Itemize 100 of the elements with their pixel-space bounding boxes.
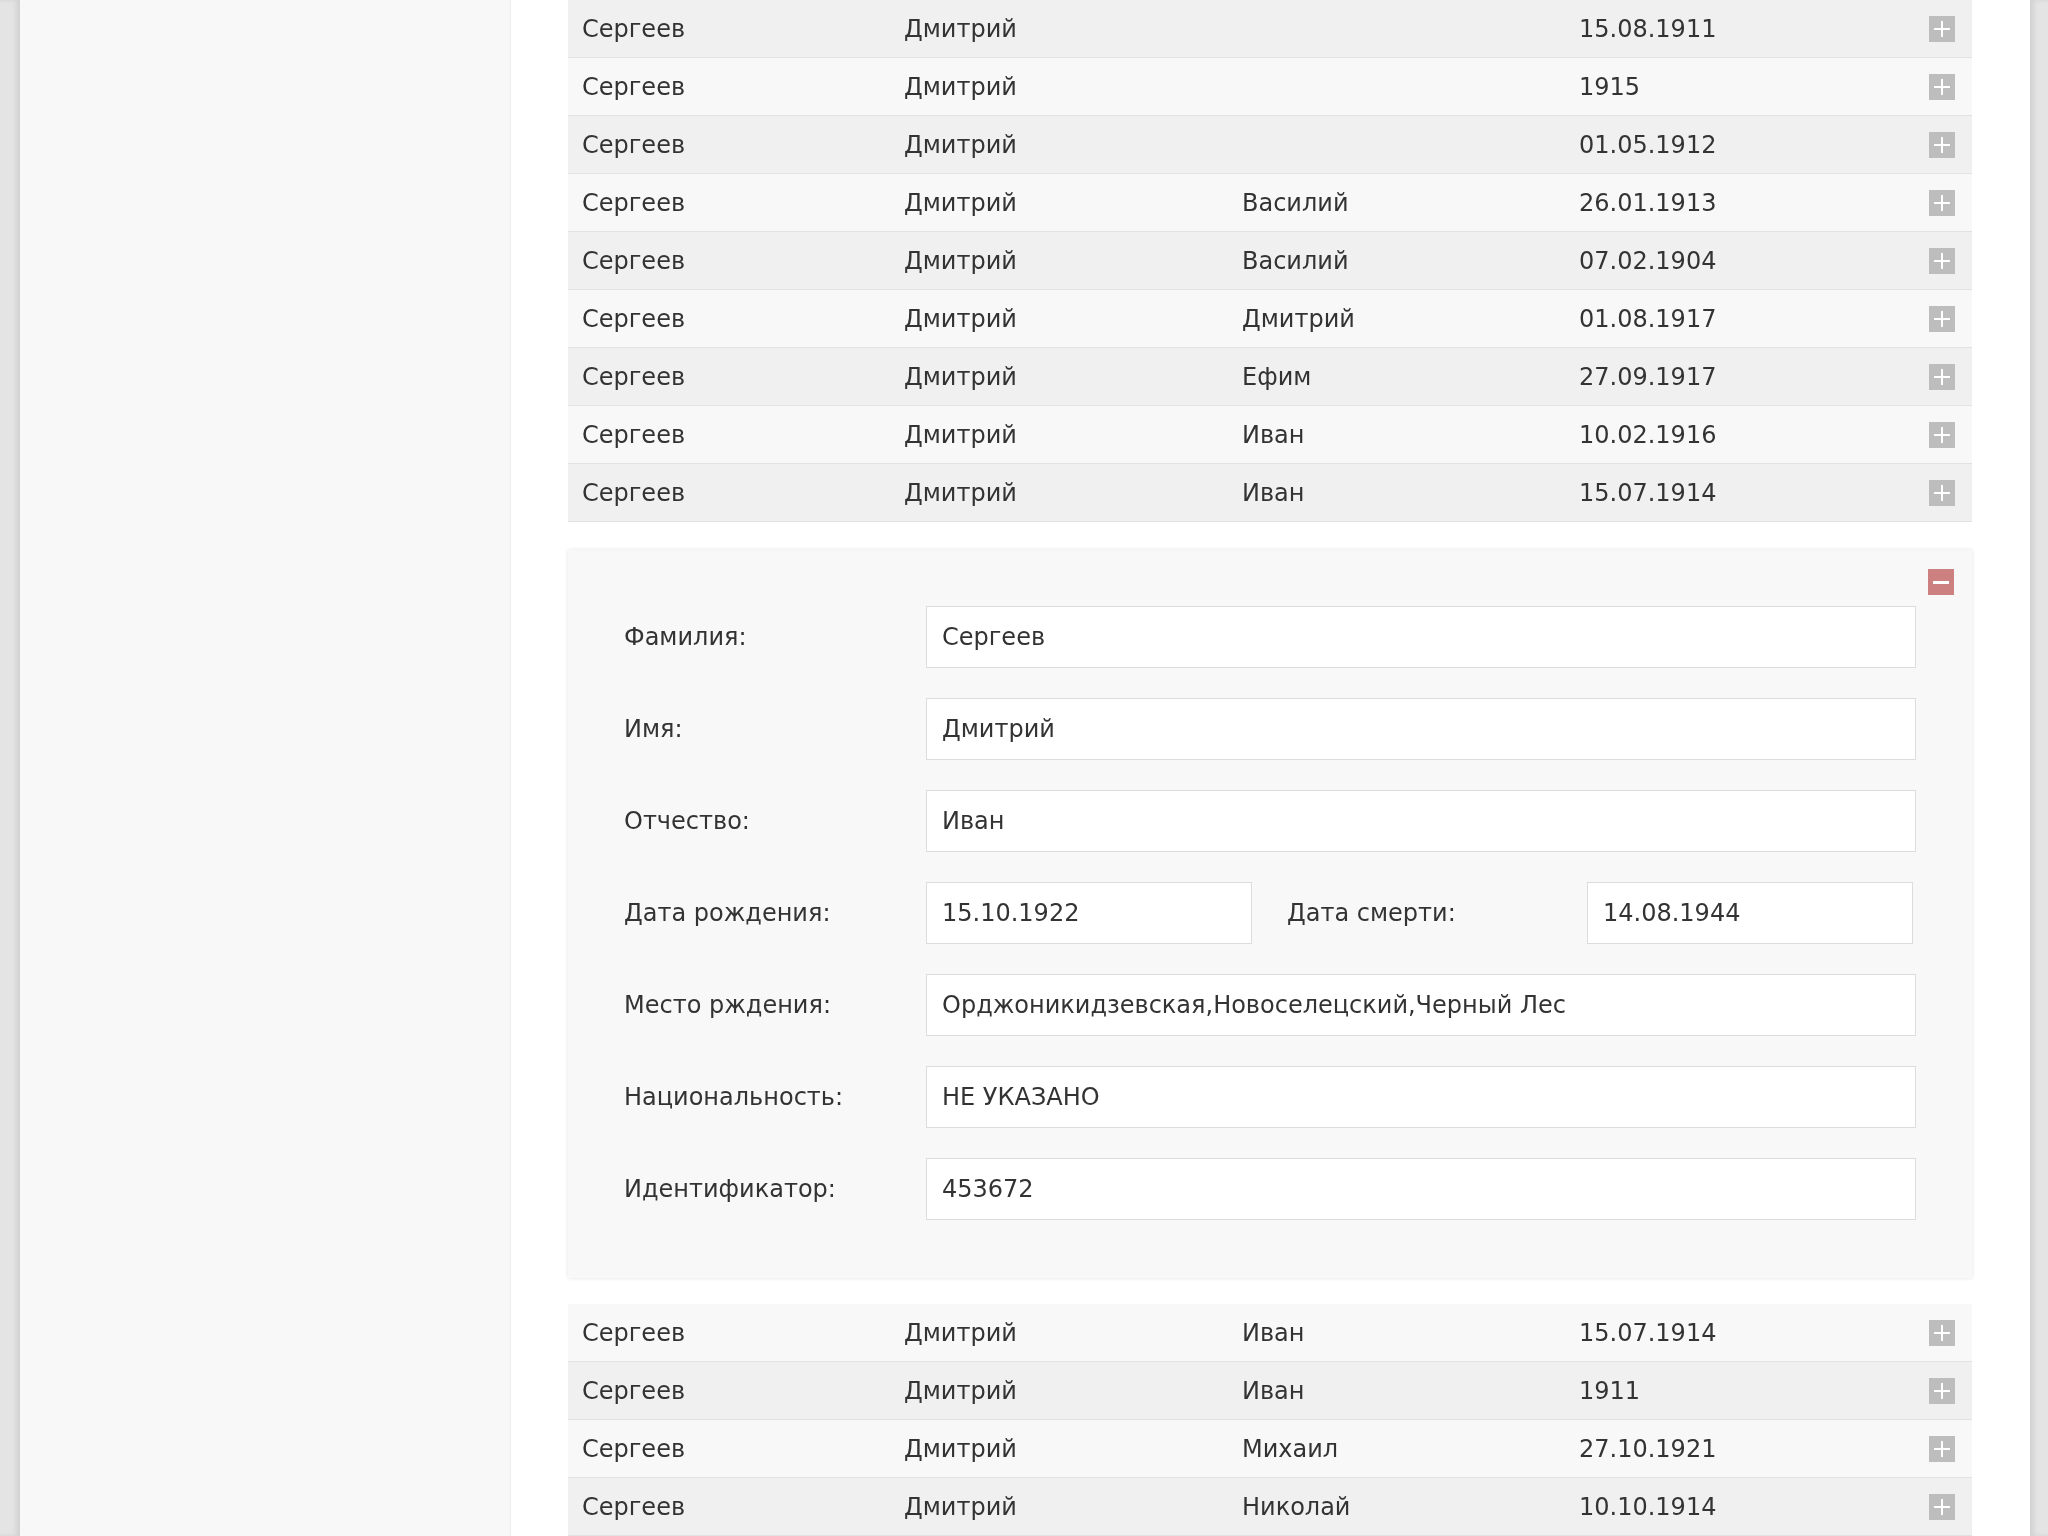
name-cell: Дмитрий <box>904 1434 1017 1463</box>
table-row[interactable]: Сергеев Дмитрий Иван 10.02.1916 <box>568 406 1972 464</box>
text-field[interactable]: Иван <box>926 790 1916 852</box>
plus-icon <box>1934 194 1950 211</box>
table-row[interactable]: Сергеев Дмитрий 1915 <box>568 58 1972 116</box>
table-row[interactable]: Сергеев Дмитрий Василий 26.01.1913 <box>568 174 1972 232</box>
surname-cell: Сергеев <box>582 1318 686 1347</box>
patronymic-cell: Иван <box>1242 1318 1305 1347</box>
name-cell: Дмитрий <box>904 362 1017 391</box>
date-cell: 1911 <box>1579 1376 1641 1405</box>
table-row[interactable]: Сергеев Дмитрий Василий 07.02.1904 <box>568 232 1972 290</box>
patronymic-cell: Василий <box>1242 188 1349 217</box>
table-row[interactable]: Сергеев Дмитрий Иван 1911 <box>568 1362 1972 1420</box>
patronymic-cell: Василий <box>1242 246 1349 275</box>
date-cell: 15.07.1914 <box>1579 478 1717 507</box>
plus-icon <box>1934 1498 1950 1515</box>
name-cell: Дмитрий <box>904 1376 1017 1405</box>
date-cell: 10.10.1914 <box>1579 1492 1717 1521</box>
patronymic-cell: Дмитрий <box>1242 304 1355 333</box>
name-cell: Дмитрий <box>904 14 1017 43</box>
text-field[interactable]: 15.10.1922 <box>926 882 1252 944</box>
expand-button[interactable] <box>1929 305 1955 332</box>
text-field[interactable]: НЕ УКАЗАНО <box>926 1066 1916 1128</box>
date-cell: 07.02.1904 <box>1579 246 1717 275</box>
date-cell: 27.09.1917 <box>1579 362 1717 391</box>
date-cell: 15.08.1911 <box>1579 14 1717 43</box>
plus-icon <box>1934 484 1950 501</box>
expand-button[interactable] <box>1929 421 1955 448</box>
field-label: Дата смерти: <box>1287 899 1457 927</box>
expand-button[interactable] <box>1929 247 1955 274</box>
date-cell: 10.02.1916 <box>1579 420 1717 449</box>
field-label: Имя: <box>624 715 684 743</box>
name-cell: Дмитрий <box>904 304 1017 333</box>
field-label: Национальность: <box>624 1083 845 1111</box>
plus-icon <box>1934 426 1950 443</box>
table-row[interactable]: Сергеев Дмитрий Иван 15.07.1914 <box>568 1304 1972 1362</box>
patronymic-cell: Ефим <box>1242 362 1312 391</box>
surname-cell: Сергеев <box>582 1492 686 1521</box>
plus-icon <box>1934 136 1950 153</box>
surname-cell: Сергеев <box>582 304 686 333</box>
table-row[interactable]: Сергеев Дмитрий Михаил 27.10.1921 <box>568 1420 1972 1478</box>
name-cell: Дмитрий <box>904 246 1017 275</box>
expand-button[interactable] <box>1929 479 1955 506</box>
table-row[interactable]: Сергеев Дмитрий Николай 10.10.1914 <box>568 1478 1972 1536</box>
expand-button[interactable] <box>1929 1319 1955 1346</box>
name-cell: Дмитрий <box>904 188 1017 217</box>
plus-icon <box>1934 20 1950 37</box>
text-field[interactable]: 14.08.1944 <box>1587 882 1913 944</box>
surname-cell: Сергеев <box>582 246 686 275</box>
patronymic-cell: Иван <box>1242 420 1305 449</box>
table-row[interactable]: Сергеев Дмитрий Иван 15.07.1914 <box>568 464 1972 522</box>
text-field[interactable]: Дмитрий <box>926 698 1916 760</box>
text-field[interactable]: Орджоникидзевская,Новоселецский,Черный Лес <box>926 974 1916 1036</box>
field-label: Идентификатор: <box>624 1175 837 1203</box>
minus-icon <box>1933 580 1949 584</box>
text-field[interactable]: Сергеев <box>926 606 1916 668</box>
patronymic-cell: Николай <box>1242 1492 1351 1521</box>
expand-button[interactable] <box>1929 363 1955 390</box>
expand-button[interactable] <box>1929 189 1955 216</box>
date-cell: 01.08.1917 <box>1579 304 1717 333</box>
table-row[interactable]: Сергеев Дмитрий Дмитрий 01.08.1917 <box>568 290 1972 348</box>
patronymic-cell: Иван <box>1242 1376 1305 1405</box>
surname-cell: Сергеев <box>582 130 686 159</box>
table-row[interactable]: Сергеев Дмитрий 01.05.1912 <box>568 116 1972 174</box>
surname-cell: Сергеев <box>582 1434 686 1463</box>
table-row[interactable]: Сергеев Дмитрий 15.08.1911 <box>568 0 1972 58</box>
date-cell: 27.10.1921 <box>1579 1434 1717 1463</box>
surname-cell: Сергеев <box>582 420 686 449</box>
date-cell: 01.05.1912 <box>1579 130 1717 159</box>
date-cell: 26.01.1913 <box>1579 188 1717 217</box>
surname-cell: Сергеев <box>582 362 686 391</box>
patronymic-cell: Иван <box>1242 478 1305 507</box>
plus-icon <box>1934 252 1950 269</box>
plus-icon <box>1934 1440 1950 1457</box>
field-label: Дата рождения: <box>624 899 832 927</box>
expand-button[interactable] <box>1929 1493 1955 1520</box>
patronymic-cell: Михаил <box>1242 1434 1339 1463</box>
surname-cell: Сергеев <box>582 14 686 43</box>
date-cell: 15.07.1914 <box>1579 1318 1717 1347</box>
plus-icon <box>1934 368 1950 385</box>
plus-icon <box>1934 78 1950 95</box>
surname-cell: Сергеев <box>582 1376 686 1405</box>
expand-button[interactable] <box>1929 131 1955 158</box>
expand-button[interactable] <box>1929 15 1955 42</box>
expand-button[interactable] <box>1929 1435 1955 1462</box>
expand-button[interactable] <box>1929 1377 1955 1404</box>
name-cell: Дмитрий <box>904 420 1017 449</box>
surname-cell: Сергеев <box>582 188 686 217</box>
table-row[interactable]: Сергеев Дмитрий Ефим 27.09.1917 <box>568 348 1972 406</box>
expand-button[interactable] <box>1929 73 1955 100</box>
surname-cell: Сергеев <box>582 72 686 101</box>
surname-cell: Сергеев <box>582 478 686 507</box>
name-cell: Дмитрий <box>904 478 1017 507</box>
field-label: Место рждения: <box>624 991 832 1019</box>
collapse-button[interactable] <box>1928 569 1954 595</box>
text-field[interactable]: 453672 <box>926 1158 1916 1220</box>
name-cell: Дмитрий <box>904 1492 1017 1521</box>
plus-icon <box>1934 1324 1950 1341</box>
plus-icon <box>1934 1382 1950 1399</box>
name-cell: Дмитрий <box>904 1318 1017 1347</box>
